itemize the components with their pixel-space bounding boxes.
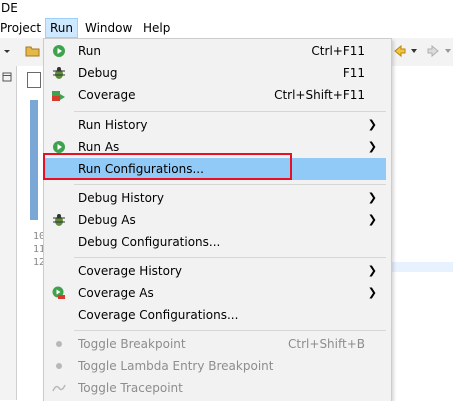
run-menu-dropdown: Run Ctrl+F11 Debug F11 Coverage Ctrl+Shi… [43, 38, 392, 401]
submenu-arrow-icon: ❯ [367, 140, 377, 153]
menu-item-run-configurations[interactable]: Run Configurations... [45, 158, 386, 180]
debug-icon [53, 67, 65, 79]
current-line-highlight [387, 262, 453, 272]
menu-item-toggle-tracepoint: Toggle Tracepoint [45, 377, 386, 399]
menu-item-coverage-history[interactable]: Coverage History ❯ [45, 260, 386, 282]
menu-item-debug[interactable]: Debug F11 [45, 62, 386, 84]
menu-item-label: Debug [78, 66, 118, 80]
menu-item-label: Toggle Breakpoint [78, 337, 186, 351]
menu-run[interactable]: Run [45, 18, 79, 38]
menu-project[interactable]: Project [0, 19, 45, 37]
menu-item-coverage-as[interactable]: Coverage As ❯ [45, 282, 386, 304]
menu-item-label: Coverage [78, 88, 136, 102]
menu-item-label: Coverage History [78, 264, 182, 278]
submenu-arrow-icon: ❯ [367, 213, 377, 226]
tracepoint-icon [52, 384, 66, 392]
menu-item-debug-as[interactable]: Debug As ❯ [45, 209, 386, 231]
menu-item-run-as[interactable]: Run As ❯ [45, 136, 386, 158]
bullet-icon [56, 341, 62, 347]
menu-item-toggle-breakpoint: Toggle Breakpoint Ctrl+Shift+B [45, 333, 386, 355]
bullet-icon [56, 363, 62, 369]
dropdown-arrow-icon[interactable] [2, 45, 12, 57]
menu-item-shortcut: Ctrl+F11 [311, 44, 365, 58]
menu-item-label: Run History [78, 118, 148, 132]
menu-item-label: Debug Configurations... [78, 235, 221, 249]
menu-item-run-history[interactable]: Run History ❯ [45, 114, 386, 136]
menu-item-debug-history[interactable]: Debug History ❯ [45, 187, 386, 209]
menu-item-shortcut: Ctrl+Shift+F11 [274, 88, 365, 102]
menu-item-label: Debug As [78, 213, 136, 227]
run-icon [53, 141, 65, 153]
panel-icon[interactable] [2, 72, 12, 82]
submenu-arrow-icon: ❯ [367, 191, 377, 204]
chevron-down-icon[interactable] [443, 46, 453, 56]
menu-item-coverage-configurations[interactable]: Coverage Configurations... [45, 304, 386, 326]
menu-separator [74, 257, 386, 258]
menu-item-label: Run As [78, 140, 120, 154]
menu-separator [74, 330, 386, 331]
back-arrow-icon[interactable] [391, 43, 407, 59]
menu-item-shortcut: F11 [342, 66, 365, 80]
menu-item-toggle-lambda-breakpoint: Toggle Lambda Entry Breakpoint [45, 355, 386, 377]
chevron-down-icon[interactable] [409, 46, 419, 56]
menu-bar: Project Run Window Help [0, 18, 453, 38]
menu-separator [74, 111, 386, 112]
menu-item-label: Toggle Tracepoint [78, 381, 183, 395]
submenu-arrow-icon: ❯ [367, 118, 377, 131]
menu-item-label: Coverage As [78, 286, 154, 300]
side-panel [0, 66, 17, 400]
menu-help[interactable]: Help [139, 19, 174, 37]
menu-item-run[interactable]: Run Ctrl+F11 [45, 40, 386, 62]
forward-arrow-icon[interactable] [426, 43, 442, 59]
menu-separator [74, 184, 386, 185]
submenu-arrow-icon: ❯ [367, 264, 377, 277]
menu-item-label: Toggle Lambda Entry Breakpoint [78, 359, 274, 373]
coverage-icon [52, 286, 65, 299]
menu-item-label: Run [78, 44, 102, 58]
debug-icon [53, 214, 65, 226]
menu-item-debug-configurations[interactable]: Debug Configurations... [45, 231, 386, 253]
window-title: DE [1, 1, 18, 15]
ruler-marker [30, 100, 38, 220]
coverage-icon [52, 91, 65, 101]
menu-item-label: Debug History [78, 191, 164, 205]
menu-item-coverage[interactable]: Coverage Ctrl+Shift+F11 [45, 84, 386, 106]
open-folder-icon[interactable] [25, 43, 41, 59]
java-file-icon[interactable] [27, 72, 41, 88]
submenu-arrow-icon: ❯ [367, 286, 377, 299]
menu-window[interactable]: Window [81, 19, 136, 37]
menu-item-shortcut: Ctrl+Shift+B [288, 337, 365, 351]
menu-item-label: Coverage Configurations... [78, 308, 239, 322]
run-icon [53, 45, 65, 57]
menu-item-label: Run Configurations... [78, 162, 204, 176]
